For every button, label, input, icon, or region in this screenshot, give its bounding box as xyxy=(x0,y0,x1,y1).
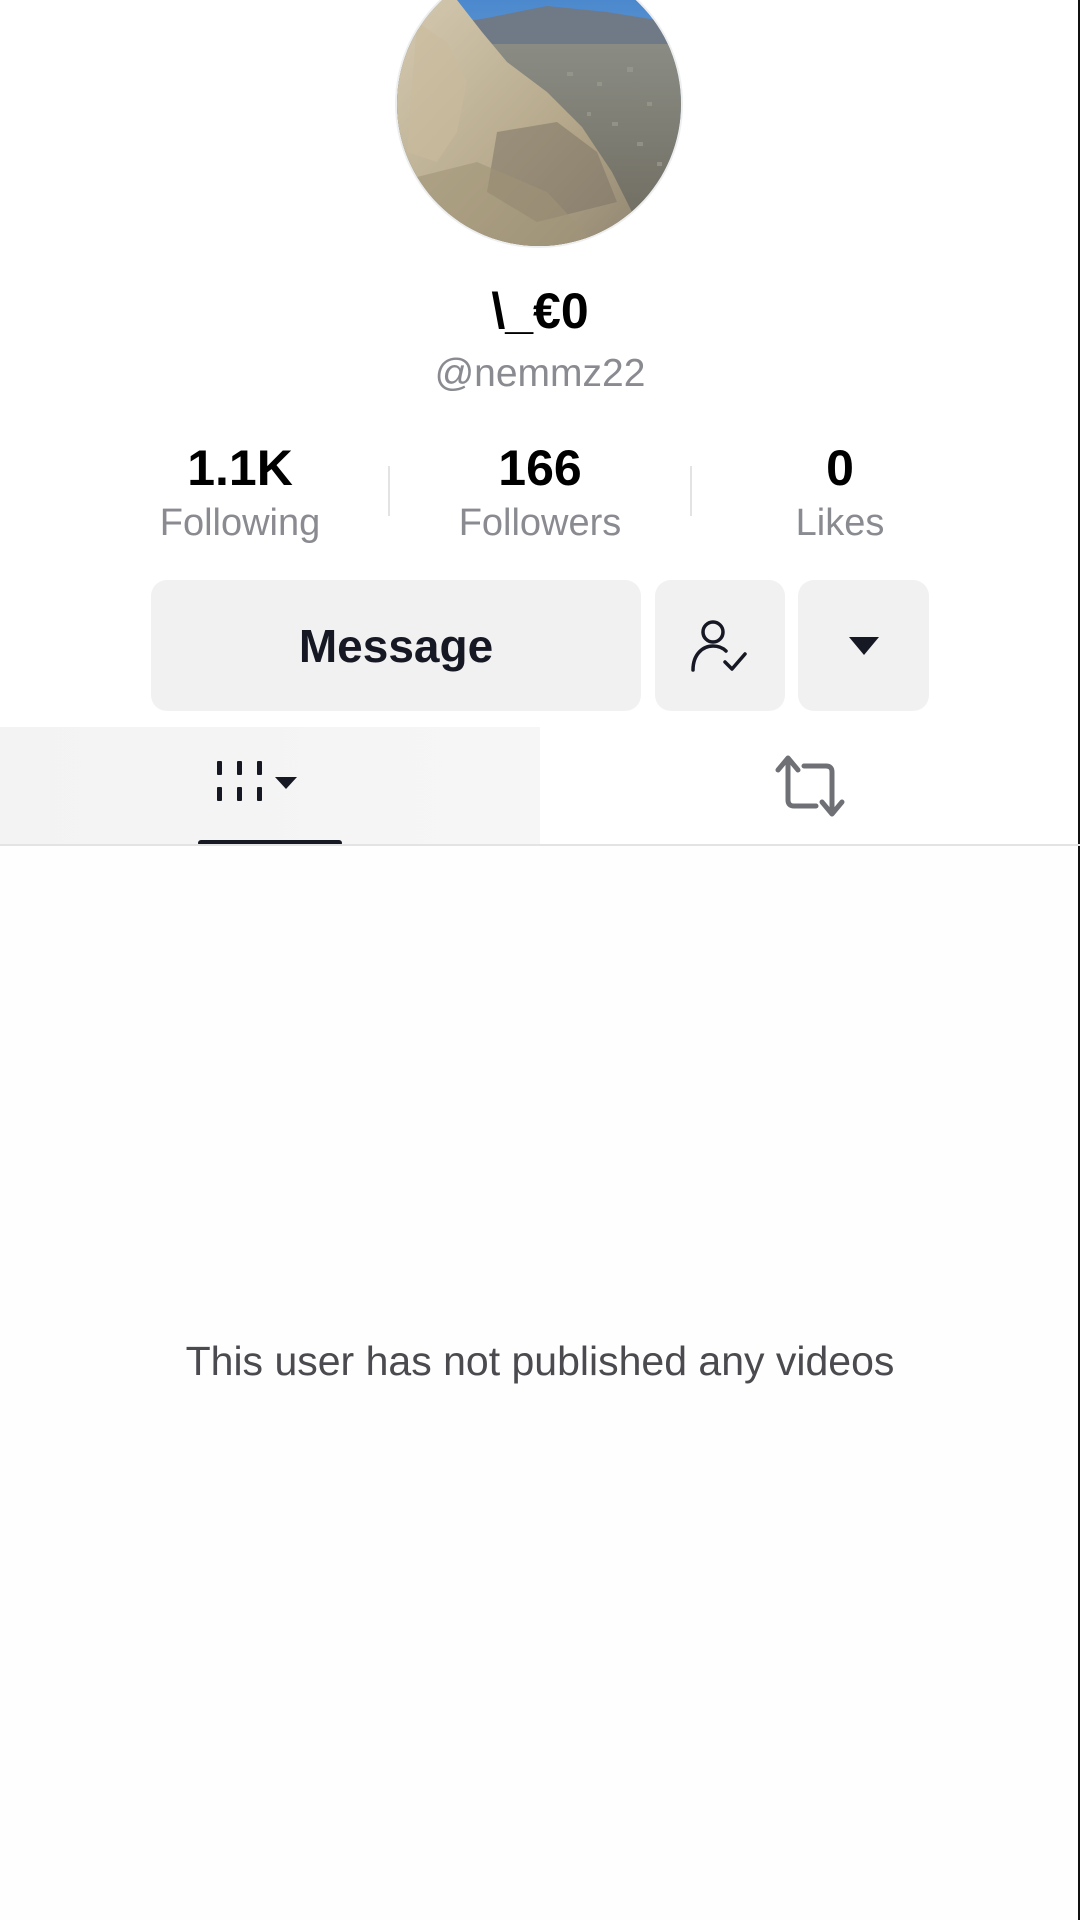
more-options-button[interactable] xyxy=(798,580,929,711)
stat-followers[interactable]: 166 Followers xyxy=(390,440,690,548)
stat-following[interactable]: 1.1K Following xyxy=(90,440,390,548)
likes-count: 0 xyxy=(826,440,854,496)
grid-icon xyxy=(217,761,297,801)
likes-label: Likes xyxy=(795,502,885,544)
display-name: \_€0 xyxy=(491,283,589,339)
caret-down-icon xyxy=(848,636,879,655)
avatar-photo-mountain xyxy=(397,0,681,246)
tab-reposts[interactable] xyxy=(540,727,1080,845)
tab-caret-icon xyxy=(275,777,297,789)
avatar[interactable] xyxy=(397,0,681,246)
followers-label: Followers xyxy=(458,502,622,544)
stat-likes[interactable]: 0 Likes xyxy=(690,440,990,548)
following-count: 1.1K xyxy=(187,440,293,496)
username: @nemmz22 xyxy=(434,352,646,395)
repost-icon xyxy=(775,755,845,817)
empty-state-message: This user has not published any videos xyxy=(185,1338,895,1384)
tab-videos[interactable] xyxy=(0,727,540,845)
followers-count: 166 xyxy=(498,440,582,496)
profile-tabs xyxy=(0,727,1080,846)
message-button[interactable]: Message xyxy=(151,580,641,711)
following-status-button[interactable] xyxy=(655,580,785,711)
following-label: Following xyxy=(159,502,321,544)
user-check-icon xyxy=(691,619,747,672)
